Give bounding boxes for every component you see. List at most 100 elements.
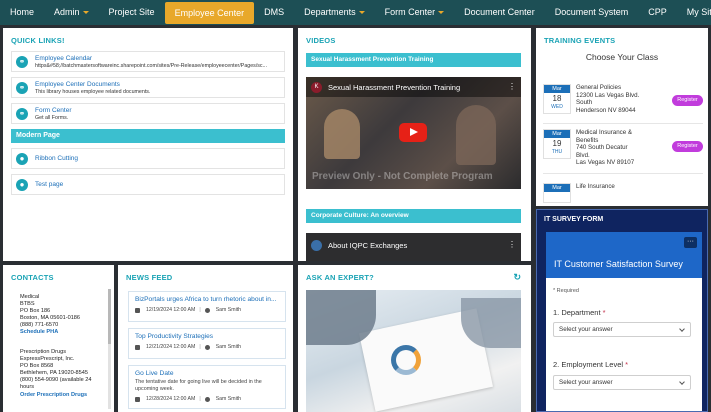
event-date: Mar <box>543 183 571 203</box>
nav-employee-center[interactable]: Employee Center <box>164 1 255 24</box>
quick-link-employee-center-documents[interactable]: ⚭ Employee Center Documents This library… <box>11 77 285 98</box>
survey-more-button[interactable]: ··· <box>684 237 697 248</box>
event-name: Benefits <box>576 136 599 144</box>
video-1-title-bar[interactable]: Sexual Harassment Prevention Training <box>306 53 521 67</box>
nav-form-center[interactable]: Form Center <box>375 0 455 25</box>
contact-card: Medical BTBS PO Box 186 Boston, MA 05601… <box>20 294 100 337</box>
quick-link-ribbon-cutting[interactable]: ● Ribbon Cutting <box>11 148 285 169</box>
contact-line: ExpressPrescript, Inc. <box>20 356 75 363</box>
contacts-scrollbar[interactable] <box>108 289 111 409</box>
nav-document-center-label: Document Center <box>464 7 535 17</box>
nav-my-site-label: My Site <box>686 7 711 17</box>
event-name: Life Insurance <box>576 183 615 190</box>
modern-page-section: Modern Page <box>11 129 285 143</box>
nav-cpp[interactable]: CPP <box>638 0 677 25</box>
channel-logo-icon <box>311 240 322 251</box>
event-address: South <box>576 99 593 106</box>
nav-employee-center-label: Employee Center <box>174 7 245 18</box>
quick-link-form-center[interactable]: ⚭ Form Center Get all Forms. <box>11 103 285 124</box>
order-prescription-link[interactable]: Order Prescription Drugs <box>20 392 100 399</box>
register-button[interactable]: Register <box>672 141 703 152</box>
question-department: 1. Department * <box>553 308 606 317</box>
scrollbar-thumb[interactable] <box>108 289 111 344</box>
news-item[interactable]: Top Productivity Strategies 12/21/2024 1… <box>128 328 286 359</box>
news-item[interactable]: Go Live Date The tentative date for goin… <box>128 365 286 409</box>
chevron-down-icon <box>679 379 685 385</box>
select-placeholder: Select your answer <box>559 326 613 333</box>
nav-form-center-label: Form Center <box>384 7 436 17</box>
employment-level-select[interactable]: Select your answer <box>553 375 691 390</box>
nav-admin[interactable]: Admin <box>44 0 99 25</box>
quick-link-name[interactable]: Test page <box>35 181 284 188</box>
refresh-icon[interactable]: ↻ <box>513 272 521 283</box>
nav-home-label: Home <box>10 7 35 17</box>
training-subtitle: Choose Your Class <box>585 52 659 62</box>
user-icon: ● <box>16 152 28 165</box>
quick-link-name[interactable]: Form Center <box>35 107 284 114</box>
event-address: 740 South Decatur <box>576 144 628 151</box>
nav-admin-label: Admin <box>54 7 80 17</box>
video-1-player[interactable]: K Sexual Harassment Prevention Training … <box>306 77 521 189</box>
quick-link-test-page[interactable]: ● Test page <box>11 174 285 195</box>
nav-dms-label: DMS <box>264 7 285 17</box>
play-button[interactable] <box>399 123 427 142</box>
survey-header: ··· IT Customer Satisfaction Survey <box>546 232 702 278</box>
contact-line: PO Box 186 <box>20 308 51 315</box>
video-1-title: Sexual Harassment Prevention Training <box>328 83 461 92</box>
quick-link-name[interactable]: Employee Calendar <box>35 55 284 62</box>
event-date: Mar 18 WED <box>543 84 571 114</box>
event-address: Las Vegas NV 89107 <box>576 159 635 166</box>
news-item[interactable]: BizPortals urges Africa to turn rhetoric… <box>128 291 286 322</box>
question-employment-level: 2. Employment Level * <box>553 360 629 369</box>
news-title[interactable]: Top Productivity Strategies <box>135 333 279 340</box>
globe-icon: ⚭ <box>16 55 28 68</box>
schedule-pha-link[interactable]: Schedule PHA <box>20 329 100 336</box>
contact-line: Prescription Drugs <box>20 349 67 355</box>
quick-link-name[interactable]: Ribbon Cutting <box>35 155 284 162</box>
it-survey-panel: IT SURVEY FORM ··· IT Customer Satisfact… <box>536 209 708 412</box>
news-title[interactable]: Go Live Date <box>135 370 279 377</box>
nav-project-site[interactable]: Project Site <box>99 0 165 25</box>
survey-panel-title: IT SURVEY FORM <box>544 216 604 223</box>
contact-line: hours <box>20 384 34 391</box>
pie-chart-illustration <box>391 345 421 375</box>
event-month: Mar <box>544 130 570 138</box>
quick-link-name[interactable]: Employee Center Documents <box>35 81 284 88</box>
news-author: Sam Smith <box>215 344 242 350</box>
nav-document-system[interactable]: Document System <box>545 0 639 25</box>
quick-link-employee-calendar[interactable]: ⚭ Employee Calendar https&#58;//batchmas… <box>11 51 285 72</box>
nav-my-site[interactable]: My Site <box>677 0 711 25</box>
nav-home[interactable]: Home <box>0 0 44 25</box>
more-options-icon[interactable]: ⋮ <box>508 82 516 91</box>
ask-expert-panel: ASK AN EXPERT? ↻ <box>298 265 531 412</box>
globe-icon: ⚭ <box>16 107 28 120</box>
department-select[interactable]: Select your answer <box>553 322 691 337</box>
news-title[interactable]: BizPortals urges Africa to turn rhetoric… <box>135 296 279 303</box>
training-event: Mar 18 WED General Policies 12300 Las Ve… <box>543 84 703 124</box>
news-author: Sam Smith <box>215 396 242 402</box>
chevron-down-icon <box>82 11 89 15</box>
nav-dms[interactable]: DMS <box>254 0 294 25</box>
video-2-title-bar[interactable]: Corporate Culture: An overview <box>306 209 521 223</box>
register-button[interactable]: Register <box>672 95 703 106</box>
event-month: Mar <box>544 184 570 192</box>
contact-line: Bethlehem, PA 19020-8545 <box>20 370 89 377</box>
person-figure <box>324 109 360 159</box>
training-events-title: TRAINING EVENTS <box>544 36 616 45</box>
video-2-title: About IQPC Exchanges <box>328 241 408 250</box>
nav-cpp-label: CPP <box>648 7 667 17</box>
person-figure <box>456 105 496 165</box>
calendar-icon <box>135 307 140 313</box>
nav-document-center[interactable]: Document Center <box>454 0 545 25</box>
quick-links-title: QUICK LINKS! <box>11 36 65 45</box>
ask-expert-title: ASK AN EXPERT? <box>306 273 374 282</box>
question-label: 2. Employment Level <box>553 360 624 369</box>
event-month: Mar <box>544 85 570 93</box>
videos-title: VIDEOS <box>306 36 336 45</box>
video-2-player[interactable]: About IQPC Exchanges ⋮ <box>306 233 521 261</box>
expert-image <box>306 290 521 412</box>
news-desc: The tentative date for going live will b… <box>135 379 262 392</box>
more-options-icon[interactable]: ⋮ <box>508 240 516 249</box>
chevron-down-icon <box>358 11 365 15</box>
nav-departments[interactable]: Departments <box>294 0 375 25</box>
